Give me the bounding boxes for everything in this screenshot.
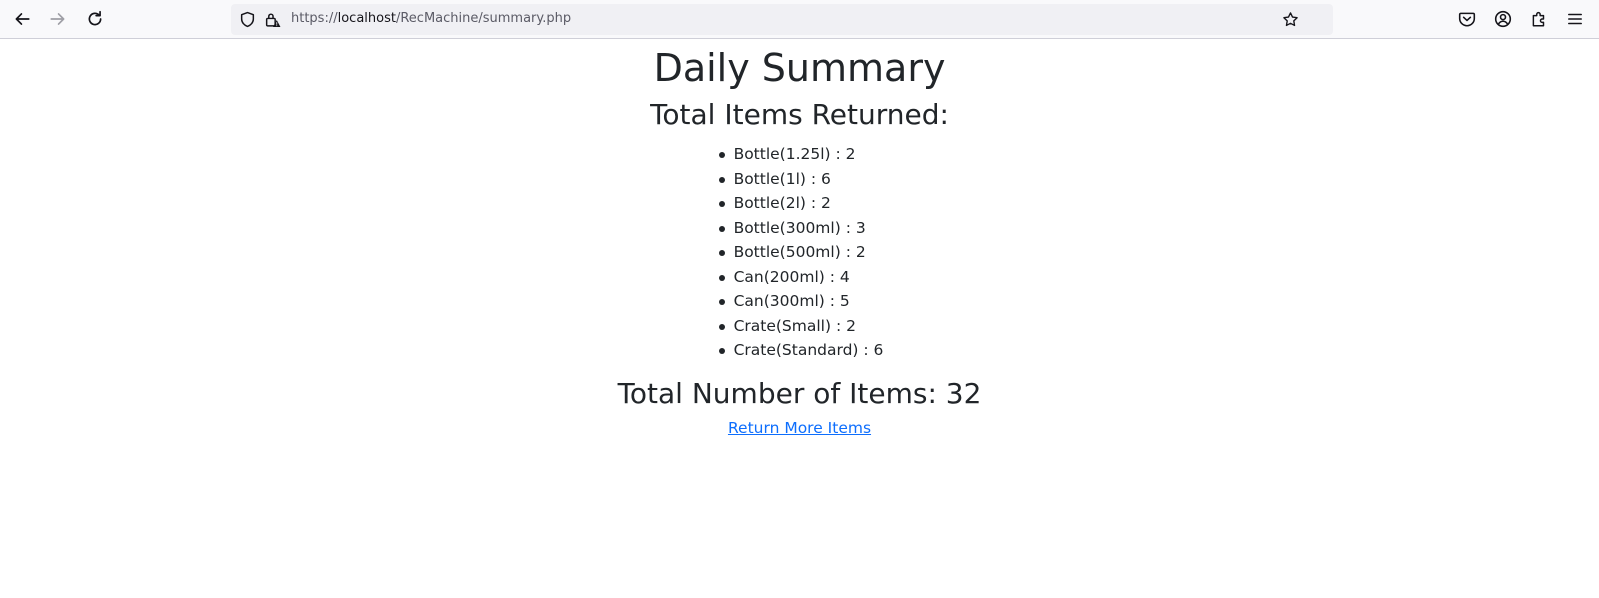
url-text[interactable]: https://localhost/RecMachine/summary.php <box>291 11 571 26</box>
list-item: Crate(Small) : 2 <box>716 314 884 339</box>
menu-button[interactable] <box>1565 9 1585 29</box>
account-button[interactable] <box>1493 9 1513 29</box>
items-returned-heading: Total Items Returned: <box>650 98 949 131</box>
return-more-items-link[interactable]: Return More Items <box>728 419 871 437</box>
returned-items-list: Bottle(1.25l) : 2 Bottle(1l) : 6 Bottle(… <box>716 142 884 363</box>
arrow-left-icon <box>15 13 30 25</box>
back-button[interactable] <box>4 1 40 37</box>
address-bar[interactable]: https://localhost/RecMachine/summary.php <box>231 4 1333 35</box>
list-item: Bottle(300ml) : 3 <box>716 216 884 241</box>
list-item: Bottle(1.25l) : 2 <box>716 142 884 167</box>
reload-button[interactable] <box>77 1 113 37</box>
list-item: Can(200ml) : 4 <box>716 265 884 290</box>
list-item: Can(300ml) : 5 <box>716 289 884 314</box>
hamburger-menu-icon <box>1568 13 1582 25</box>
arrow-right-icon <box>50 13 65 25</box>
url-path: /RecMachine/summary.php <box>395 11 572 26</box>
list-item: Crate(Standard) : 6 <box>716 338 883 363</box>
list-item: Bottle(500ml) : 2 <box>716 240 884 265</box>
list-item: Bottle(1l) : 6 <box>716 167 884 192</box>
list-item: Bottle(2l) : 2 <box>716 191 884 216</box>
url-host: localhost <box>337 11 396 26</box>
lock-warning-icon[interactable] <box>264 11 281 28</box>
pocket-icon <box>1458 12 1476 27</box>
extensions-button[interactable] <box>1529 9 1549 29</box>
reload-icon <box>88 10 102 26</box>
pocket-button[interactable] <box>1457 9 1477 29</box>
browser-toolbar: https://localhost/RecMachine/summary.php <box>0 0 1599 39</box>
puzzle-icon <box>1532 11 1545 27</box>
bookmark-star-icon[interactable] <box>1282 11 1299 28</box>
account-icon <box>1494 10 1512 28</box>
forward-button[interactable] <box>40 1 76 37</box>
page-content: Daily Summary Total Items Returned: Bott… <box>0 44 1599 438</box>
total-items-heading: Total Number of Items: 32 <box>617 376 982 410</box>
page-title: Daily Summary <box>653 46 946 90</box>
url-scheme: https:// <box>291 11 338 26</box>
shield-icon[interactable] <box>239 11 256 28</box>
